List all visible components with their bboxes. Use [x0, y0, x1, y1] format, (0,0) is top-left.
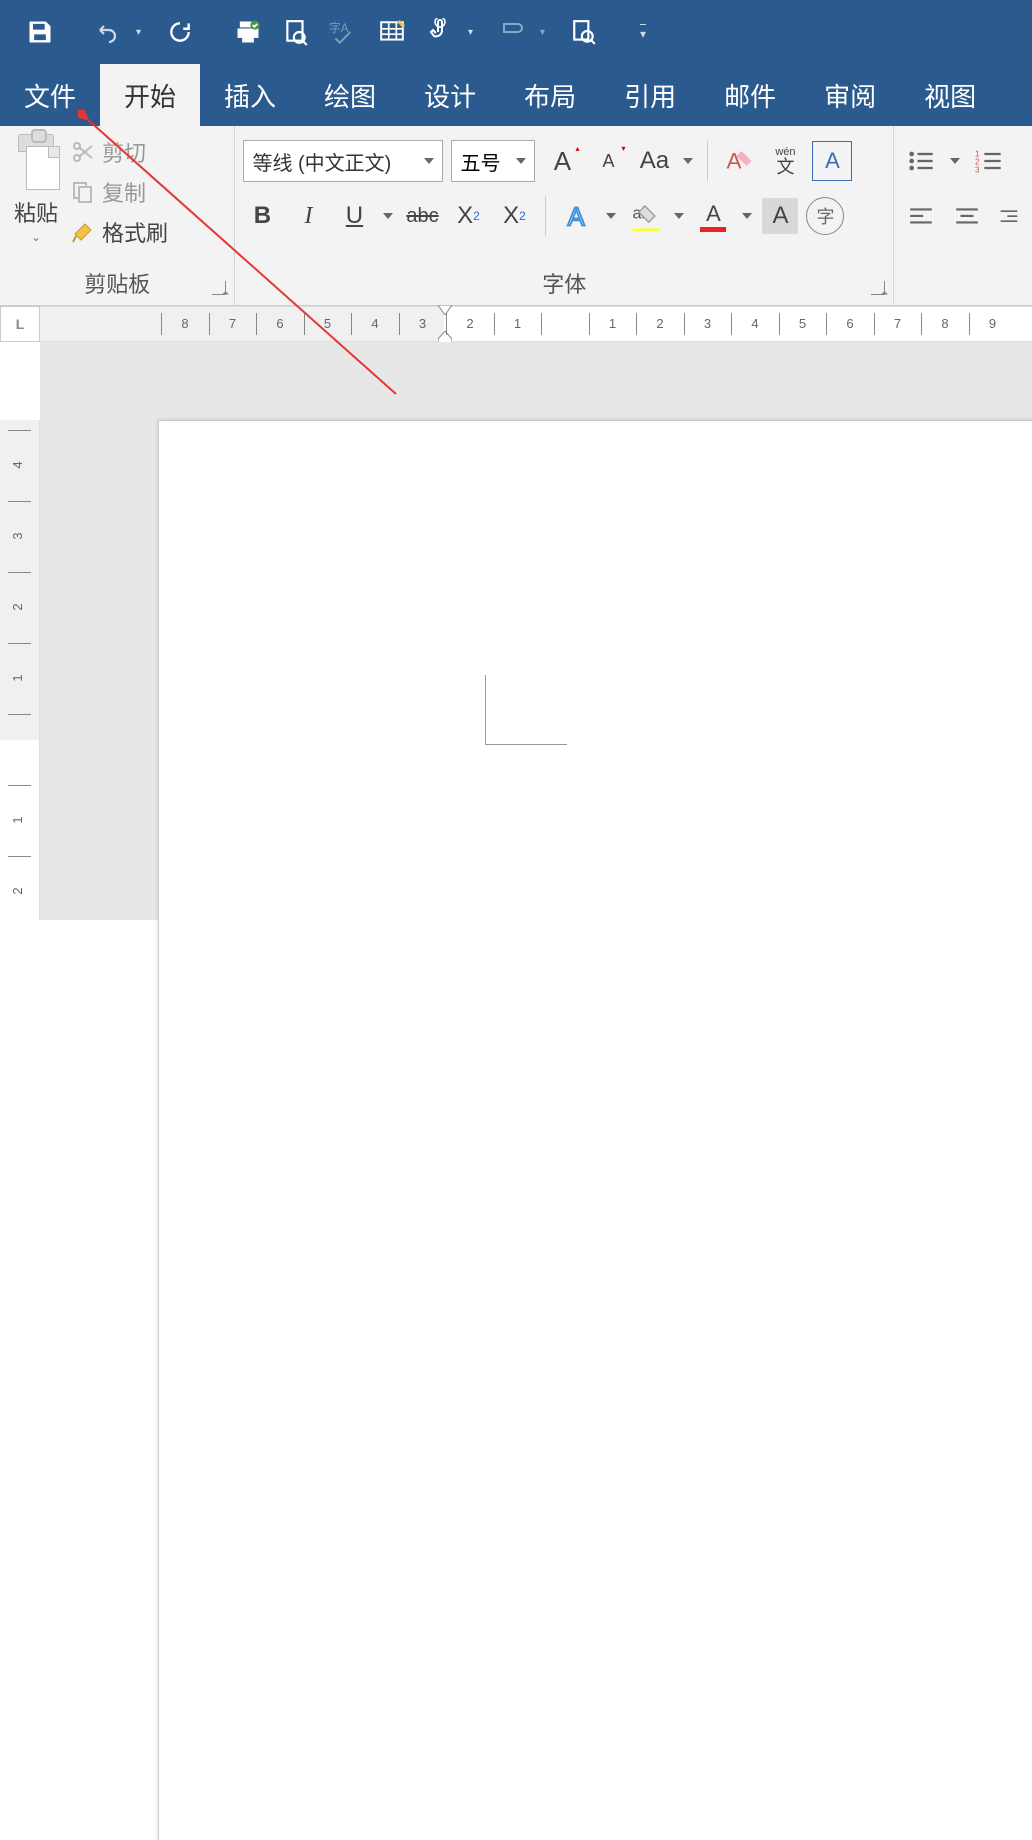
text-effects-dropdown[interactable]: [604, 213, 618, 219]
bullets-button[interactable]: [902, 142, 940, 180]
undo-dropdown[interactable]: ▾: [136, 27, 152, 38]
cut-label: 剪切: [102, 136, 146, 168]
enclose-char-button[interactable]: 字: [806, 197, 844, 235]
svg-text:3: 3: [975, 166, 980, 173]
clear-format-button[interactable]: A: [720, 142, 758, 180]
numbering-button[interactable]: 123: [970, 142, 1008, 180]
font-color-button[interactable]: A: [694, 197, 732, 235]
tab-draw[interactable]: 绘图: [300, 64, 400, 126]
tab-review[interactable]: 审阅: [800, 64, 900, 126]
qat-overflow[interactable]: ▾: [632, 12, 654, 52]
align-center-button[interactable]: [948, 198, 986, 236]
paste-button[interactable]: 粘贴 ⌄: [8, 132, 70, 263]
tab-file[interactable]: 文件: [0, 64, 100, 126]
grow-font-button[interactable]: A▴: [543, 142, 581, 180]
tab-layout[interactable]: 布局: [500, 64, 600, 126]
shape-dropdown[interactable]: ▾: [540, 27, 556, 38]
subscript-button[interactable]: X2: [449, 197, 487, 235]
chevron-down-icon: [424, 158, 434, 164]
copy-button[interactable]: 复制: [70, 176, 168, 208]
highlight-dropdown[interactable]: [672, 213, 686, 219]
font-group-label: 字体: [243, 263, 885, 305]
svg-text:字A: 字A: [329, 21, 349, 35]
svg-text:A: A: [727, 149, 742, 174]
format-painter-label: 格式刷: [102, 216, 168, 248]
paste-icon: [12, 134, 60, 192]
touch-dropdown[interactable]: ▾: [468, 27, 484, 38]
tab-insert[interactable]: 插入: [200, 64, 300, 126]
cut-button[interactable]: 剪切: [70, 136, 168, 168]
svg-text:A: A: [568, 203, 586, 231]
change-case-dropdown[interactable]: [681, 158, 695, 164]
font-color-dropdown[interactable]: [740, 213, 754, 219]
shape-icon[interactable]: [492, 12, 532, 52]
redo-icon[interactable]: [160, 12, 200, 52]
font-name-select[interactable]: 等线 (中文正文): [243, 140, 443, 182]
paste-label: 粘贴: [14, 196, 58, 228]
text-effects-button[interactable]: A: [558, 197, 596, 235]
phonetic-guide-button[interactable]: wén 文: [766, 142, 804, 180]
chevron-down-icon: [516, 158, 526, 164]
paste-dropdown[interactable]: ⌄: [31, 230, 41, 244]
bold-button[interactable]: B: [243, 197, 281, 235]
char-border-button[interactable]: A: [812, 141, 852, 181]
highlight-button[interactable]: ab: [626, 197, 664, 235]
change-case-button[interactable]: Aa: [635, 142, 673, 180]
font-size-value: 五号: [460, 147, 500, 176]
menu-tabs: 文件 开始 插入 绘图 设计 布局 引用 邮件 审阅 视图: [0, 64, 1032, 126]
underline-button[interactable]: U: [335, 197, 373, 235]
char-shading-button[interactable]: A: [762, 198, 798, 234]
text-cursor: [485, 675, 567, 745]
italic-button[interactable]: I: [289, 197, 327, 235]
bullets-dropdown[interactable]: [948, 158, 962, 164]
copy-label: 复制: [102, 176, 146, 208]
find-icon[interactable]: [564, 12, 604, 52]
font-launcher[interactable]: [871, 281, 885, 295]
clipboard-launcher[interactable]: [212, 281, 226, 295]
superscript-button[interactable]: X2: [495, 197, 533, 235]
tab-design[interactable]: 设计: [400, 64, 500, 126]
spellcheck-icon[interactable]: 字A: [324, 12, 364, 52]
underline-dropdown[interactable]: [381, 213, 395, 219]
font-name-value: 等线 (中文正文): [252, 147, 391, 176]
print-icon[interactable]: [228, 12, 268, 52]
page[interactable]: [158, 420, 1032, 1840]
clipboard-group-label: 剪贴板: [8, 263, 226, 305]
tab-home[interactable]: 开始: [100, 64, 200, 126]
align-left-button[interactable]: [902, 198, 940, 236]
format-painter-button[interactable]: 格式刷: [70, 216, 168, 248]
undo-icon[interactable]: [88, 12, 128, 52]
print-preview-icon[interactable]: [276, 12, 316, 52]
tab-mailings[interactable]: 邮件: [700, 64, 800, 126]
table-icon[interactable]: [372, 12, 412, 52]
vertical-ruler[interactable]: 432112: [0, 420, 40, 920]
tab-references[interactable]: 引用: [600, 64, 700, 126]
align-right-button[interactable]: [994, 198, 1024, 236]
document-area[interactable]: [40, 342, 1032, 920]
horizontal-ruler[interactable]: 87654321123456789: [40, 306, 1032, 342]
save-icon[interactable]: [20, 12, 60, 52]
ruler-corner[interactable]: L: [0, 306, 40, 342]
strikethrough-button[interactable]: abc: [403, 197, 441, 235]
font-size-select[interactable]: 五号: [451, 140, 535, 182]
tab-view[interactable]: 视图: [900, 64, 1000, 126]
touch-icon[interactable]: [420, 12, 460, 52]
shrink-font-button[interactable]: A▾: [589, 142, 627, 180]
